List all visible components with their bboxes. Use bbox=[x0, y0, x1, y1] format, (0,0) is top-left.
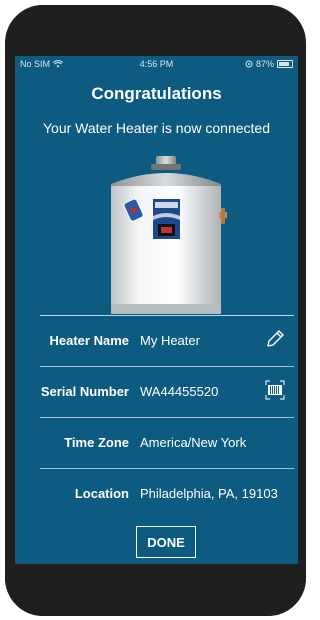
detail-row-serial-number: Serial Number WA44455520 bbox=[40, 366, 294, 417]
location-label: Location bbox=[74, 486, 129, 501]
status-right: 87% bbox=[245, 59, 293, 69]
device-top-bezel bbox=[5, 5, 306, 35]
time-zone-label: Time Zone bbox=[64, 435, 129, 450]
device-bottom-bezel bbox=[5, 564, 306, 616]
orientation-lock-icon bbox=[245, 60, 253, 68]
serial-number-label: Serial Number bbox=[40, 384, 129, 399]
detail-row-location: Location Philadelphia, PA, 19103 bbox=[40, 468, 294, 519]
status-bar: No SIM 4:56 PM 87% bbox=[15, 58, 298, 72]
barcode-icon[interactable] bbox=[264, 379, 286, 401]
time-zone-value[interactable]: America/New York bbox=[140, 435, 246, 450]
page-subtitle: Your Water Heater is now connected bbox=[43, 120, 270, 136]
detail-row-heater-name: Heater Name My Heater bbox=[40, 315, 294, 366]
battery-icon bbox=[277, 60, 293, 68]
water-heater-image bbox=[111, 156, 227, 314]
phone-device-frame: No SIM 4:56 PM 87% Congratulations Your … bbox=[5, 5, 306, 616]
heater-name-label: Heater Name bbox=[49, 333, 130, 348]
page-title: Congratulations bbox=[91, 84, 222, 103]
serial-number-value: WA44455520 bbox=[140, 384, 219, 399]
done-button[interactable]: DONE bbox=[136, 526, 196, 558]
pencil-icon[interactable] bbox=[264, 328, 286, 350]
heater-name-value: My Heater bbox=[140, 333, 200, 348]
app-screen: No SIM 4:56 PM 87% Congratulations Your … bbox=[15, 56, 298, 564]
detail-row-time-zone: Time Zone America/New York bbox=[40, 417, 294, 468]
heater-details-list: Heater Name My Heater Serial Number WA44… bbox=[40, 315, 294, 519]
battery-percent: 87% bbox=[255, 59, 274, 69]
location-value[interactable]: Philadelphia, PA, 19103 bbox=[140, 486, 278, 501]
